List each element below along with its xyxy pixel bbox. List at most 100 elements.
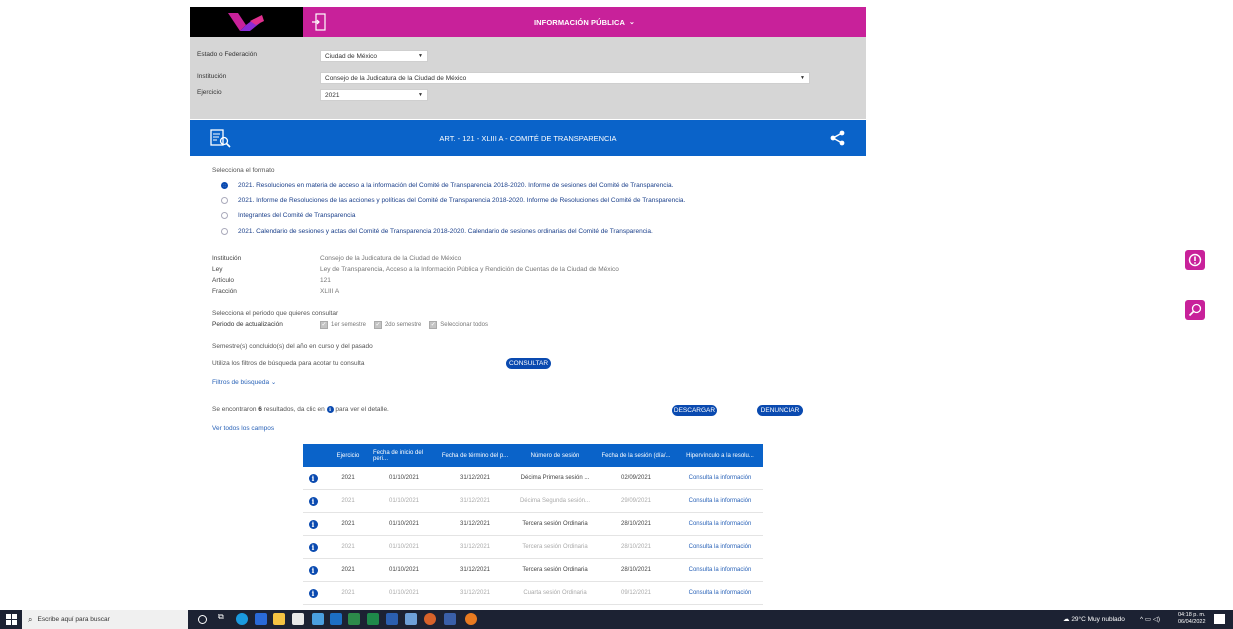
app-icon[interactable] <box>444 613 456 625</box>
detail-cell: i <box>303 467 323 489</box>
table-row[interactable]: i 2021 01/10/2021 31/12/2021 Tercera sesión … <box>303 559 763 582</box>
download-button[interactable]: DESCARGAR <box>672 405 717 416</box>
column-header[interactable]: Hipervínculo a la resolu... <box>677 444 763 467</box>
info-icon[interactable]: i <box>308 473 318 483</box>
table-cell: 01/10/2021 <box>388 590 420 596</box>
edge-icon[interactable] <box>236 613 248 625</box>
radio-selected[interactable] <box>221 182 228 189</box>
excel-icon[interactable] <box>367 613 379 625</box>
chevron-up-icon: ^ <box>1140 616 1144 623</box>
store-icon[interactable] <box>255 613 267 625</box>
resolution-link[interactable]: Consulta la información <box>677 582 763 604</box>
column-header[interactable]: Fecha de término del p... <box>435 444 515 467</box>
chevron-down-icon: ⌄ <box>629 19 636 26</box>
detail-fraccion-value: XLIII A <box>320 288 340 295</box>
table-cell: Décima Segunda sesión... <box>519 498 591 504</box>
logo[interactable] <box>190 7 303 37</box>
detail-articulo-label: Artículo <box>212 277 235 284</box>
resolution-link[interactable]: Consulta la información <box>677 490 763 512</box>
firefox-icon[interactable] <box>465 613 477 625</box>
report-button[interactable]: DENUNCIAR <box>757 405 803 416</box>
column-header[interactable]: Ejercicio <box>323 444 373 467</box>
estado-label: Estado o Federación <box>197 51 257 58</box>
checkbox-1er-semestre[interactable]: ✓ <box>320 321 328 329</box>
ejercicio-label: Ejercicio <box>197 89 222 96</box>
institucion-label: Institución <box>197 73 227 80</box>
table-row[interactable]: i 2021 01/10/2021 31/12/2021 Décima Segunda … <box>303 490 763 513</box>
caret-down-icon: ▼ <box>418 92 423 98</box>
resolution-link[interactable]: Consulta la información <box>677 536 763 558</box>
column-header[interactable]: Fecha de inicio del peri... <box>373 444 435 467</box>
search-hint: Utiliza los filtros de búsqueda para aco… <box>212 360 365 367</box>
column-header[interactable]: Fecha de la sesión (día/... <box>595 444 677 467</box>
share-icon[interactable] <box>830 130 846 148</box>
results-text-pre: Se encontraron <box>212 406 259 414</box>
table-cell: 01/10/2021 <box>388 521 420 527</box>
cortana-icon[interactable] <box>198 615 207 624</box>
table-cell: 2021 <box>341 498 355 504</box>
resolution-link[interactable]: Consulta la información <box>677 467 763 489</box>
notifications-icon[interactable] <box>1214 614 1225 624</box>
estado-select[interactable]: Ciudad de México ▼ <box>320 50 428 62</box>
task-view-icon[interactable]: ⧉ <box>218 612 230 624</box>
table-cell: 01/10/2021 <box>388 498 420 504</box>
app-icon[interactable] <box>312 613 324 625</box>
column-header[interactable]: Número de sesión <box>515 444 595 467</box>
explorer-icon[interactable] <box>273 613 285 625</box>
radio-unselected[interactable] <box>221 228 228 235</box>
firefox-icon[interactable] <box>424 613 436 625</box>
checkbox-select-all[interactable]: ✓ <box>429 321 438 329</box>
info-icon[interactable]: i <box>308 519 318 529</box>
table-cell: 29/09/2021 <box>620 498 652 504</box>
taskbar-search[interactable]: ⌕ Escribe aquí para buscar <box>22 610 188 629</box>
all-fields-link[interactable]: Ver todos los campos <box>212 425 274 432</box>
app-icon[interactable] <box>292 613 304 625</box>
header-title[interactable]: INFORMACIÓN PÚBLICA ⌄ <box>303 7 866 37</box>
info-icon[interactable]: i <box>308 542 318 552</box>
table-row[interactable]: i 2021 01/10/2021 31/12/2021 Décima Primera … <box>303 467 763 490</box>
format-option-label: 2021. Calendario de sesiones y actas del… <box>238 228 653 235</box>
format-option-label: 2021. Resoluciones en materia de acceso … <box>238 182 674 189</box>
resolution-link[interactable]: Consulta la información <box>677 513 763 535</box>
table-row[interactable]: i 2021 01/10/2021 31/12/2021 Tercera sesión … <box>303 536 763 559</box>
search-filters-link[interactable]: Filtros de búsqueda ⌄ <box>212 378 276 386</box>
outlook-icon[interactable] <box>386 613 398 625</box>
clock[interactable]: 04:18 p. m. 06/04/2022 <box>1178 612 1206 626</box>
magnifier-icon <box>1188 303 1202 317</box>
table-row[interactable]: i 2021 01/10/2021 31/12/2021 Tercera sesión … <box>303 513 763 536</box>
taskbar-search-placeholder: Escribe aquí para buscar <box>37 616 110 623</box>
period-options: ✓ 1er semestre ✓ 2do semestre ✓ Seleccionar… <box>320 321 494 329</box>
table-cell: 2021 <box>341 567 355 573</box>
weather-widget[interactable]: ☁ 29°C Muy nublado <box>1063 615 1125 623</box>
table-cell: 31/12/2021 <box>459 544 491 550</box>
estado-select-value: Ciudad de México <box>325 52 378 60</box>
system-tray[interactable]: ^ ▭ ◁) <box>1140 615 1160 623</box>
alert-button[interactable] <box>1185 250 1205 270</box>
info-icon[interactable]: i <box>308 588 318 598</box>
table-cell: 01/10/2021 <box>388 475 420 481</box>
ejercicio-select-value: 2021 <box>325 91 340 99</box>
app-icon[interactable] <box>348 613 360 625</box>
ejercicio-select[interactable]: 2021 ▼ <box>320 89 428 101</box>
checkbox-2do-semestre[interactable]: ✓ <box>373 321 382 329</box>
word-icon[interactable] <box>330 613 342 625</box>
info-icon[interactable]: i <box>308 496 318 506</box>
consult-button[interactable]: CONSULTAR <box>506 358 551 369</box>
resolution-link[interactable]: Consulta la información <box>677 559 763 581</box>
radio-unselected[interactable] <box>221 212 228 219</box>
search-tool-button[interactable] <box>1185 300 1205 320</box>
institucion-select[interactable]: Consejo de la Judicatura de la Ciudad de… <box>320 72 810 84</box>
table-row[interactable]: i 2021 01/10/2021 31/12/2021 Cuarta sesión O… <box>303 582 763 605</box>
info-icon[interactable]: i <box>308 565 318 575</box>
table-cell: 01/10/2021 <box>388 544 420 550</box>
app-icon[interactable] <box>405 613 417 625</box>
results-text-post: para ver el detalle. <box>333 406 389 414</box>
radio-unselected[interactable] <box>221 197 228 204</box>
header-title-label: INFORMACIÓN PÚBLICA <box>533 17 626 27</box>
logo-icon <box>228 13 264 31</box>
table-cell: Cuarta sesión Ordinaria <box>523 590 587 596</box>
windows-start-icon[interactable] <box>6 614 17 627</box>
article-title: ART. - 121 - XLIII A - COMITÉ DE TRANSPA… <box>439 133 617 143</box>
institucion-select-value: Consejo de la Judicatura de la Ciudad de… <box>325 74 467 82</box>
weather-text: 29°C Muy nublado <box>1071 616 1125 623</box>
